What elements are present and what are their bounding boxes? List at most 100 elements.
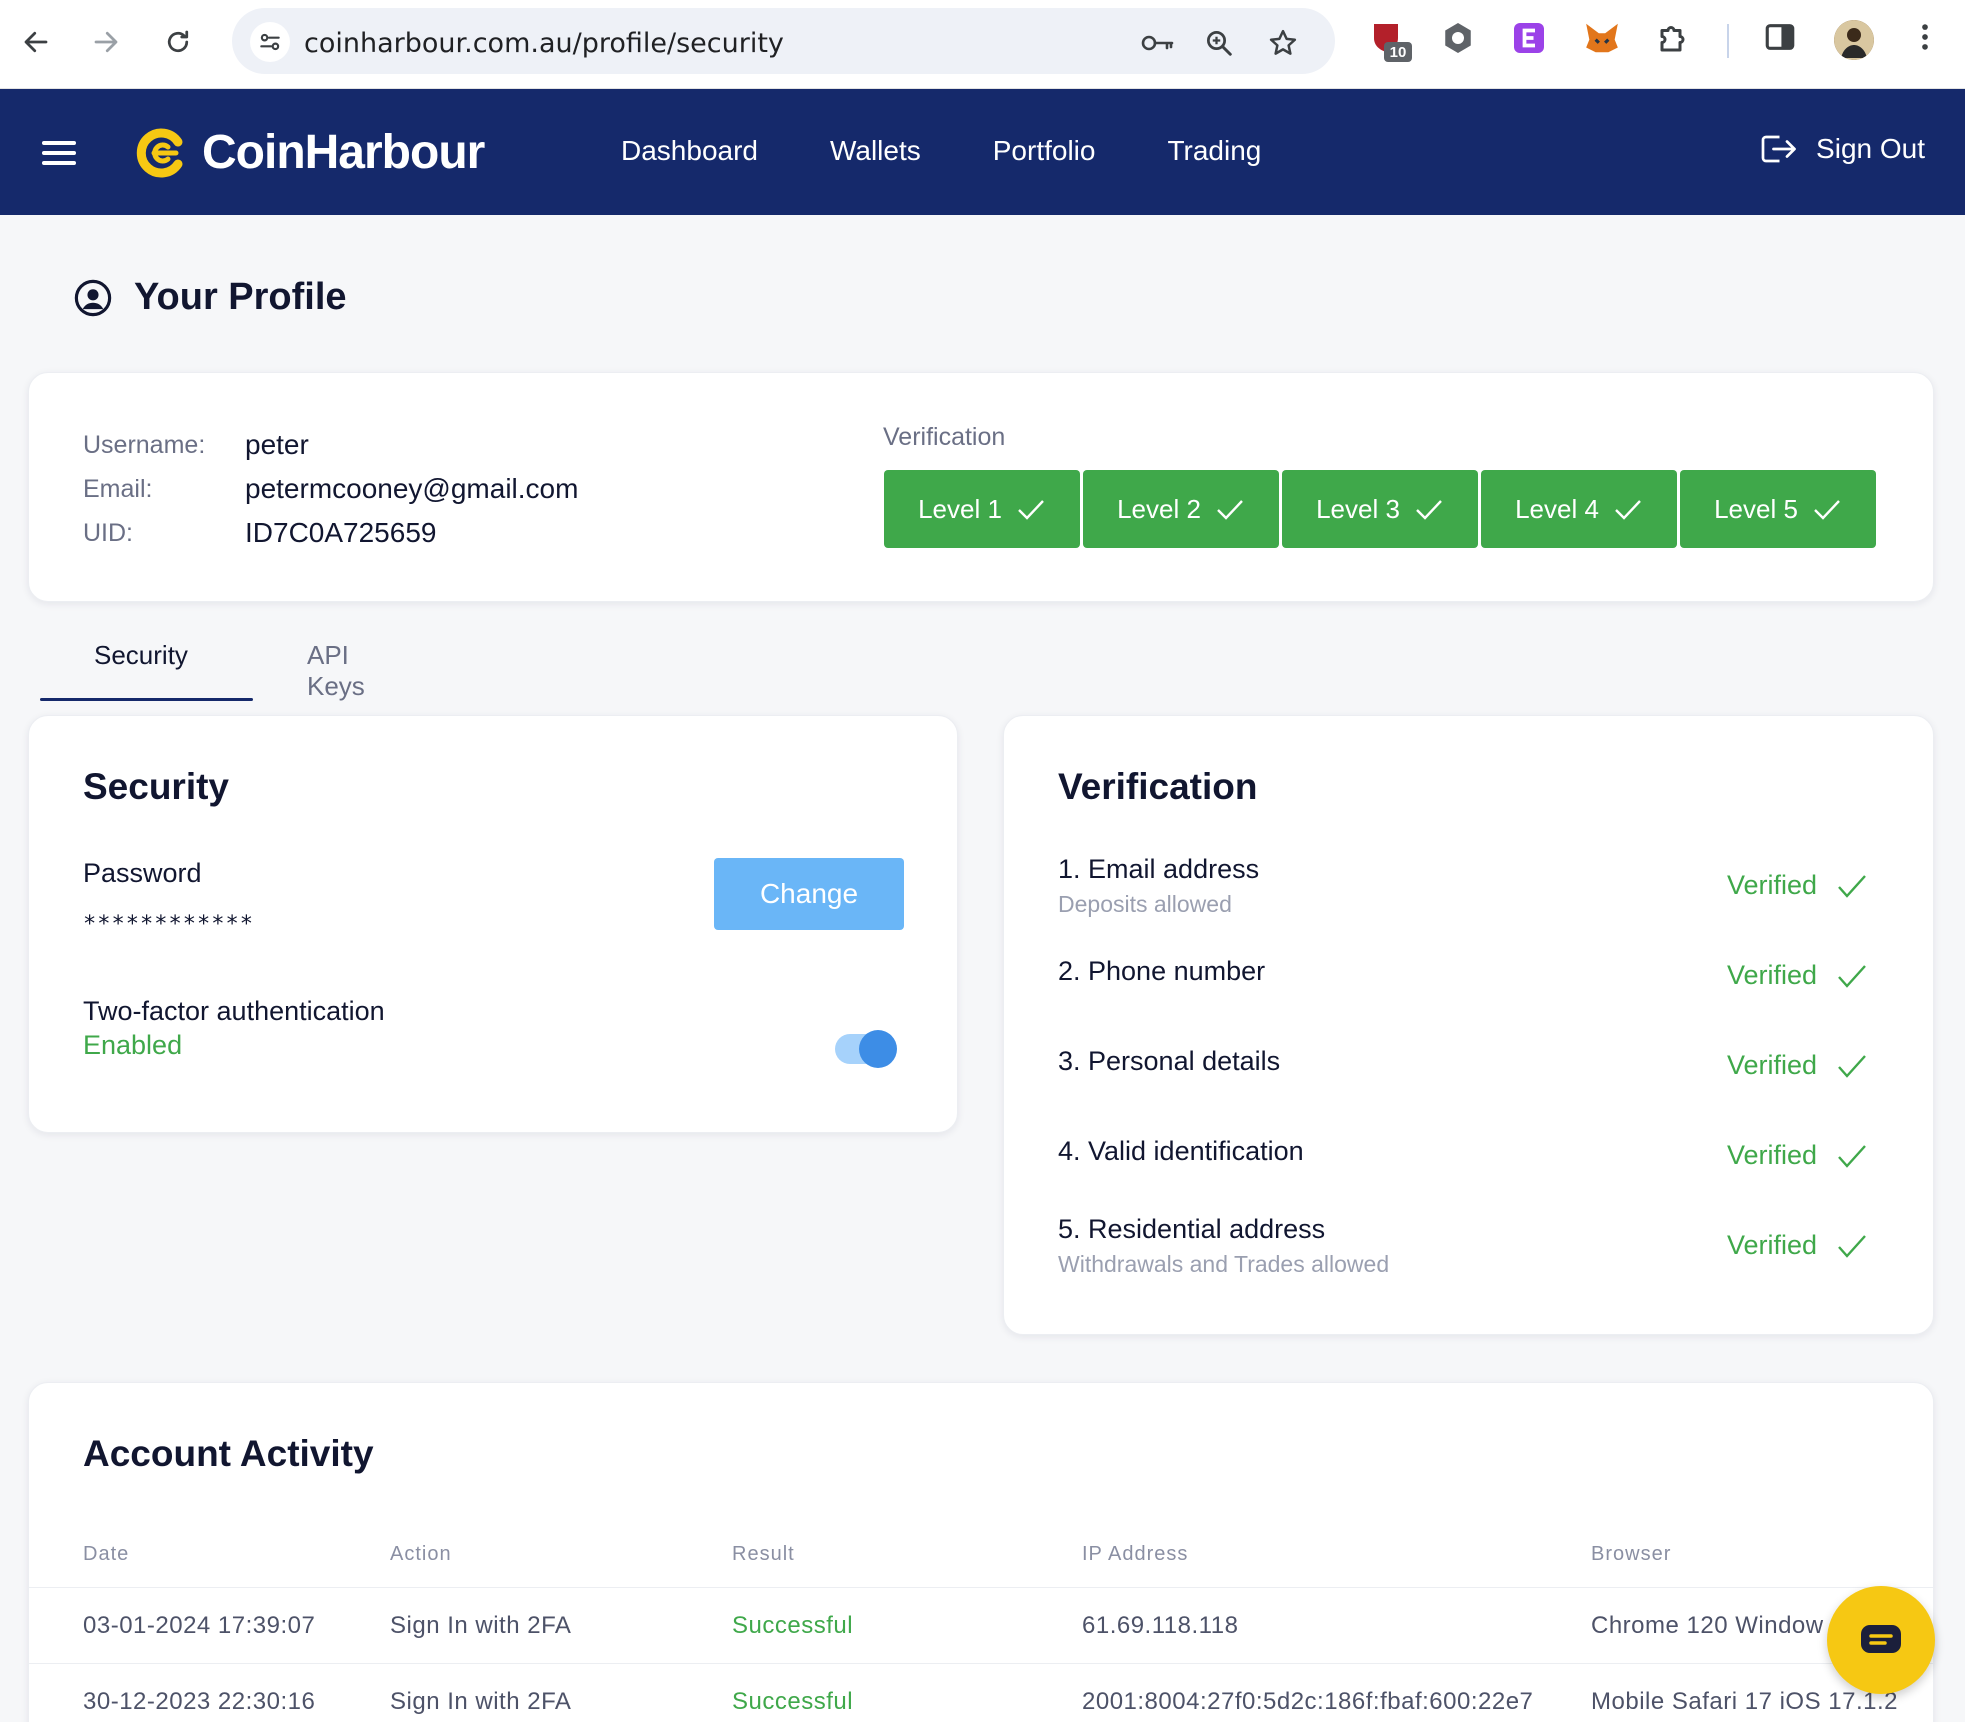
cell-date: 03-01-2024 17:39:07 [83, 1612, 316, 1639]
password-label: Password [83, 858, 202, 888]
chat-button[interactable] [1827, 1586, 1935, 1694]
verification-item-title: 3. Personal details [1058, 1046, 1281, 1076]
check-icon [1814, 500, 1840, 520]
fox-extension-icon[interactable] [1583, 20, 1621, 58]
username-value: peter [245, 429, 309, 460]
address-bar[interactable]: coinharbour.com.au/profile/security [232, 8, 1335, 74]
two-factor-toggle[interactable] [835, 1030, 897, 1068]
verification-levels: Level 1 Level 2 Level 3 Level 4 Level 5 [884, 470, 1879, 548]
verification-item-title: 4. Valid identification [1058, 1136, 1304, 1166]
active-tab-indicator [40, 698, 253, 701]
verification-item-subtitle: Deposits allowed [1058, 891, 1232, 917]
svg-text:10: 10 [1390, 44, 1407, 61]
uid-value: ID7C0A725659 [245, 517, 437, 548]
app-header: CoinHarbour Dashboard Wallets Portfolio … [0, 89, 1965, 215]
sign-out-button[interactable]: Sign Out [1758, 131, 1925, 167]
verification-item-title: 2. Phone number [1058, 956, 1266, 986]
check-icon [1838, 874, 1866, 898]
hexagon-extension-icon[interactable] [1440, 20, 1478, 58]
star-icon[interactable] [1268, 28, 1298, 58]
page-title: Your Profile [74, 276, 347, 319]
shield-extension-icon[interactable]: 10 [1370, 20, 1412, 62]
brand-logo[interactable]: CoinHarbour [134, 125, 485, 180]
nav-wallets[interactable]: Wallets [830, 135, 921, 167]
verification-heading: Verification [1058, 766, 1258, 807]
page-heading: Your Profile [134, 276, 347, 318]
level-3-badge: Level 3 [1282, 470, 1478, 548]
verification-item-title: 1. Email address [1058, 854, 1260, 884]
kebab-menu-icon[interactable] [1910, 20, 1948, 58]
sign-out-label: Sign Out [1816, 133, 1925, 164]
level-1-badge: Level 1 [884, 470, 1080, 548]
nav-portfolio[interactable]: Portfolio [993, 135, 1096, 167]
verification-item-email: 1. Email address Deposits allowed [1058, 854, 1259, 918]
brand-name: CoinHarbour [202, 126, 485, 179]
verification-item-subtitle: Withdrawals and Trades allowed [1058, 1251, 1390, 1277]
url-text[interactable]: coinharbour.com.au/profile/security [304, 28, 784, 59]
profile-info: Username: peter Email: petermcooney@gmail.… [83, 423, 578, 555]
verification-status-phone: Verified [1727, 960, 1867, 991]
column-header-result: Result [732, 1543, 795, 1565]
two-factor-status: Enabled [83, 1030, 183, 1060]
zoom-icon[interactable] [1204, 28, 1234, 58]
site-settings-icon[interactable] [250, 22, 290, 62]
sign-out-icon [1761, 135, 1796, 163]
table-row: 03-01-2024 17:39:07 Sign In with 2FA Suc… [29, 1587, 1935, 1663]
check-icon [1838, 1144, 1866, 1168]
verification-label: Verification [883, 423, 1006, 451]
verification-item-title: 5. Residential address [1058, 1214, 1326, 1244]
account-activity-heading: Account Activity [83, 1433, 374, 1474]
verification-item-phone: 2. Phone number [1058, 956, 1265, 987]
profile-card: Username: peter Email: petermcooney@gmail.… [28, 372, 1934, 602]
verification-status-address: Verified [1727, 1230, 1867, 1261]
column-header-action: Action [390, 1543, 452, 1565]
verification-item-personal: 3. Personal details [1058, 1046, 1280, 1077]
nav-dashboard[interactable]: Dashboard [621, 135, 758, 167]
table-row: 30-12-2023 22:30:16 Sign In with 2FA Suc… [29, 1663, 1935, 1722]
verification-card: Verification 1. Email address Deposits a… [1003, 715, 1934, 1335]
column-header-ip: IP Address [1082, 1543, 1189, 1565]
avatar[interactable] [1834, 20, 1874, 60]
toolbar-divider [1727, 24, 1729, 58]
uid-label: UID: [83, 518, 133, 547]
sidepanel-icon[interactable] [1763, 20, 1801, 58]
puzzle-icon[interactable] [1656, 20, 1694, 58]
check-icon [1838, 1234, 1866, 1258]
check-icon [1615, 500, 1641, 520]
cell-ip: 61.69.118.118 [1082, 1612, 1239, 1639]
verification-item-identification: 4. Valid identification [1058, 1136, 1304, 1167]
cell-date: 30-12-2023 22:30:16 [83, 1688, 316, 1715]
cell-action: Sign In with 2FA [390, 1612, 572, 1639]
security-heading: Security [83, 766, 230, 807]
browser-toolbar: coinharbour.com.au/profile/security 10 [0, 0, 1965, 89]
email-value: petermcooney@gmail.com [245, 473, 579, 504]
email-label: Email: [83, 474, 153, 503]
tab-api-keys[interactable]: API Keys [307, 640, 365, 702]
toggle-knob [859, 1030, 897, 1068]
check-icon [1416, 500, 1442, 520]
main-nav: Dashboard Wallets Portfolio Trading [621, 135, 1333, 167]
hamburger-menu-icon[interactable] [42, 141, 76, 165]
username-label: Username: [83, 430, 206, 459]
purple-extension-icon[interactable] [1511, 20, 1549, 58]
change-password-button[interactable]: Change [714, 858, 904, 930]
nav-trading[interactable]: Trading [1167, 135, 1261, 167]
chat-icon [1861, 1625, 1901, 1653]
tab-security[interactable]: Security [94, 640, 188, 671]
reload-icon[interactable] [158, 22, 198, 62]
level-4-badge: Level 4 [1481, 470, 1677, 548]
account-activity-card: Account Activity Date Action Result IP A… [28, 1382, 1935, 1722]
verification-status-identification: Verified [1727, 1140, 1867, 1171]
verification-status-personal: Verified [1727, 1050, 1867, 1081]
back-icon[interactable] [16, 22, 56, 62]
cell-browser: Chrome 120 Window [1591, 1612, 1824, 1639]
password-value: ************ [83, 912, 254, 937]
column-header-browser: Browser [1591, 1543, 1672, 1565]
forward-icon[interactable] [86, 22, 126, 62]
verification-status-email: Verified [1727, 870, 1867, 901]
level-2-badge: Level 2 [1083, 470, 1279, 548]
level-5-badge: Level 5 [1680, 470, 1876, 548]
check-icon [1217, 500, 1243, 520]
check-icon [1838, 1054, 1866, 1078]
key-icon[interactable] [1140, 28, 1174, 58]
